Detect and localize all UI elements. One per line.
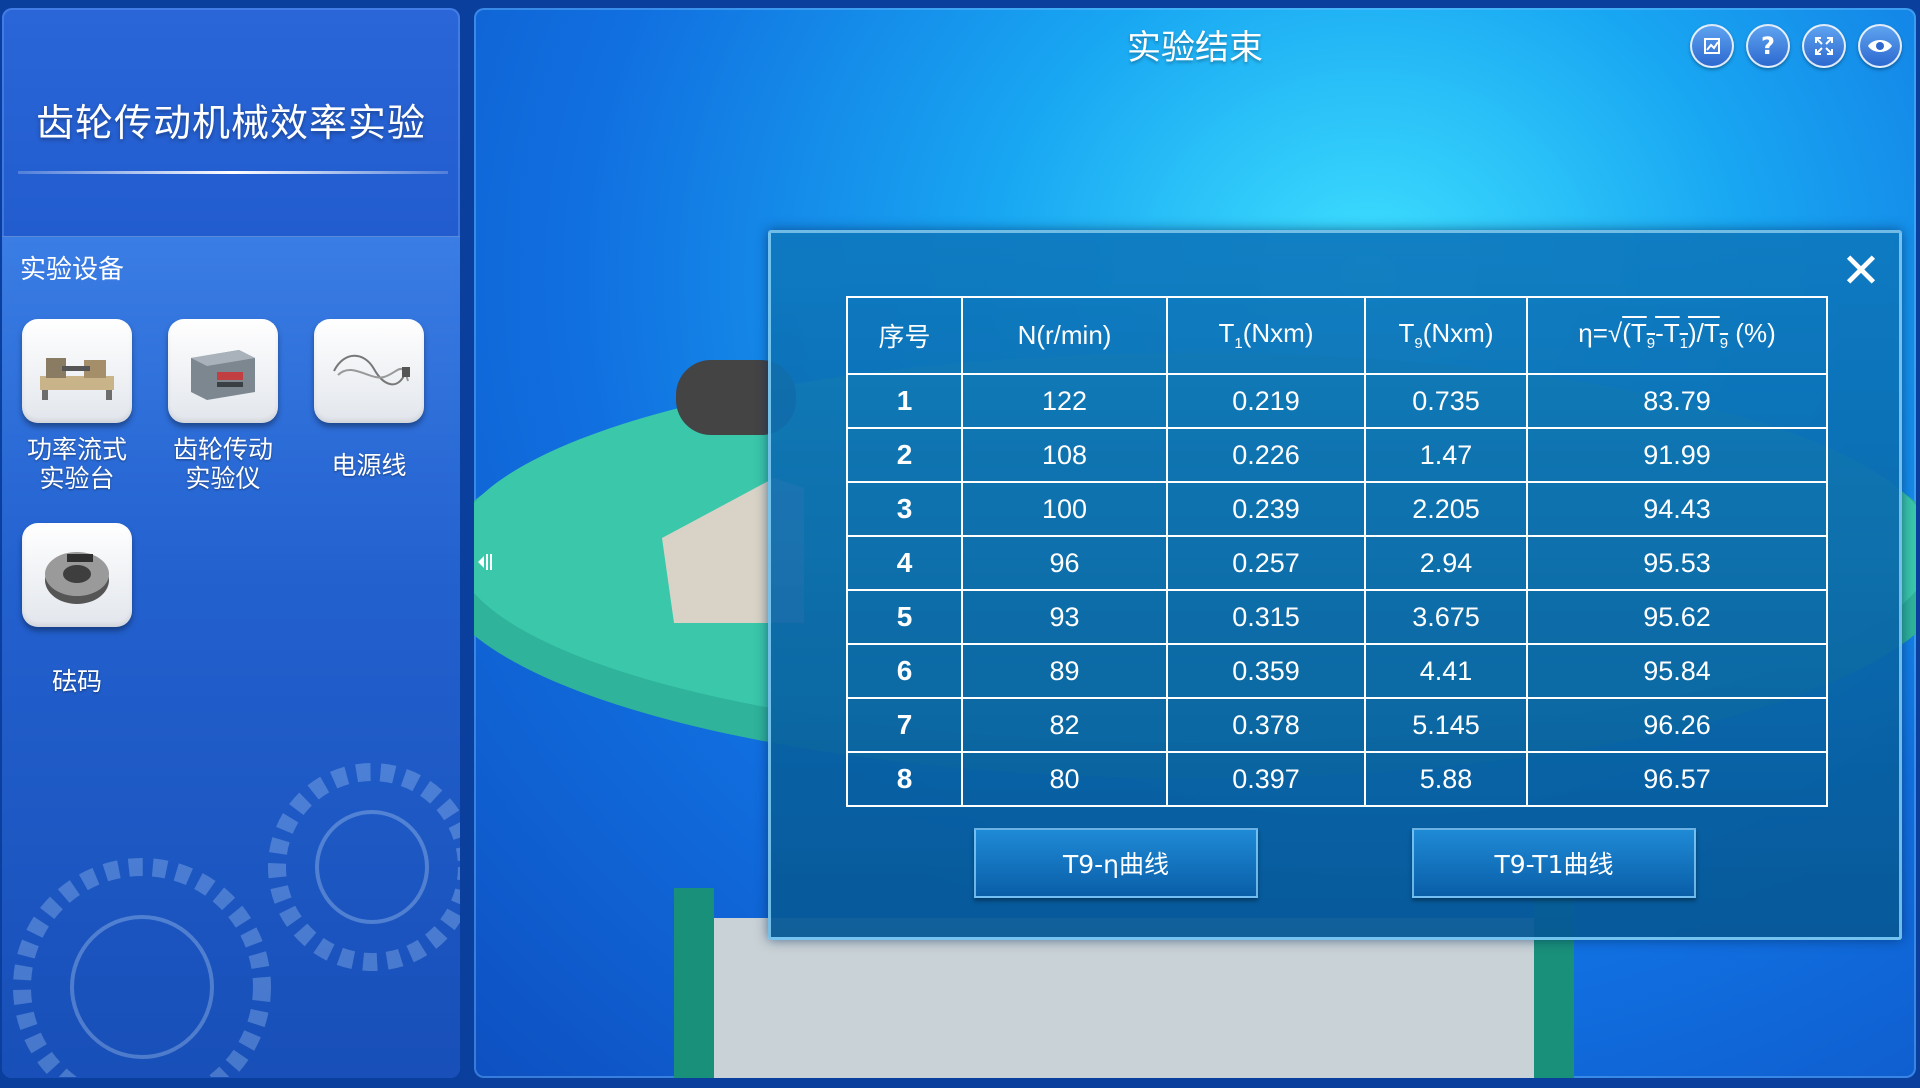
fullscreen-button[interactable] bbox=[1802, 24, 1846, 68]
table-row: 1 122 0.219 0.735 83.79 bbox=[846, 373, 1828, 429]
cell-index: 8 bbox=[846, 751, 963, 807]
gear-instrument-icon bbox=[168, 319, 278, 423]
cell-speed: 100 bbox=[961, 481, 1168, 537]
col-header-efficiency: η=√(T9-T1)/T9 (%) bbox=[1526, 296, 1828, 375]
cell-t9: 1.47 bbox=[1364, 427, 1528, 483]
cell-index: 2 bbox=[846, 427, 963, 483]
table-row: 3 100 0.239 2.205 94.43 bbox=[846, 481, 1828, 537]
cell-t9: 5.145 bbox=[1364, 697, 1528, 753]
cell-efficiency: 95.84 bbox=[1526, 643, 1828, 699]
eye-icon bbox=[1868, 40, 1892, 52]
table-row: 2 108 0.226 1.47 91.99 bbox=[846, 427, 1828, 483]
cell-efficiency: 96.26 bbox=[1526, 697, 1828, 753]
equipment-label: 电源线 bbox=[331, 451, 407, 480]
cell-index: 1 bbox=[846, 373, 963, 429]
view-button[interactable] bbox=[1858, 24, 1902, 68]
cell-speed: 89 bbox=[961, 643, 1168, 699]
table-row: 5 93 0.315 3.675 95.62 bbox=[846, 589, 1828, 645]
results-table: 序号 N(r/min) T1(Nxm) T9(Nxm) η=√(T9-T1)/T… bbox=[846, 296, 1828, 807]
cell-speed: 108 bbox=[961, 427, 1168, 483]
cell-efficiency: 96.57 bbox=[1526, 751, 1828, 807]
cell-t9: 0.735 bbox=[1364, 373, 1528, 429]
cell-speed: 82 bbox=[961, 697, 1168, 753]
col-header-index: 序号 bbox=[846, 296, 963, 375]
equipment-label: 齿轮传动 实验仪 bbox=[172, 435, 273, 493]
title-divider bbox=[18, 171, 448, 174]
cell-t1: 0.359 bbox=[1166, 643, 1366, 699]
cell-index: 4 bbox=[846, 535, 963, 591]
cell-t9: 4.41 bbox=[1364, 643, 1528, 699]
cell-speed: 80 bbox=[961, 751, 1168, 807]
cell-t1: 0.239 bbox=[1166, 481, 1366, 537]
cell-index: 5 bbox=[846, 589, 963, 645]
cell-t9: 3.675 bbox=[1364, 589, 1528, 645]
cell-efficiency: 95.53 bbox=[1526, 535, 1828, 591]
cell-speed: 96 bbox=[961, 535, 1168, 591]
table-row: 8 80 0.397 5.88 96.57 bbox=[846, 751, 1828, 807]
t9-t1-curve-button[interactable]: T9-T1曲线 bbox=[1412, 828, 1696, 898]
cell-t1: 0.378 bbox=[1166, 697, 1366, 753]
equipment-header: 实验设备 bbox=[20, 255, 125, 285]
cell-t1: 0.397 bbox=[1166, 751, 1366, 807]
export-icon bbox=[1704, 38, 1720, 54]
collapse-sidebar-handle[interactable] bbox=[474, 536, 498, 588]
weight-icon bbox=[22, 523, 132, 627]
fullscreen-icon bbox=[1815, 37, 1833, 55]
col-header-speed: N(r/min) bbox=[961, 296, 1168, 375]
left-panel: 齿轮传动机械效率实验 实验设备 功率流式 实验台 齿轮传动 实验仪 电源线 砝码 bbox=[2, 8, 460, 1078]
equipment-section: 实验设备 功率流式 实验台 齿轮传动 实验仪 电源线 砝码 bbox=[2, 236, 460, 1078]
cell-t9: 2.205 bbox=[1364, 481, 1528, 537]
cell-index: 7 bbox=[846, 697, 963, 753]
test-bench-icon bbox=[22, 319, 132, 423]
table-header-row: 序号 N(r/min) T1(Nxm) T9(Nxm) η=√(T9-T1)/T… bbox=[846, 296, 1828, 375]
cell-efficiency: 95.62 bbox=[1526, 589, 1828, 645]
cell-t1: 0.257 bbox=[1166, 535, 1366, 591]
cell-efficiency: 83.79 bbox=[1526, 373, 1828, 429]
equipment-item-power-cord[interactable]: 电源线 bbox=[299, 319, 439, 480]
cell-index: 3 bbox=[846, 481, 963, 537]
equipment-item-weight[interactable]: 砝码 bbox=[7, 523, 147, 696]
power-cord-icon bbox=[314, 319, 424, 423]
equipment-label: 功率流式 实验台 bbox=[26, 435, 127, 493]
result-dialog: ✕ 序号 N(r/min) T1(Nxm) T9(Nxm) η=√(T9-T1)… bbox=[768, 230, 1902, 940]
cell-t1: 0.315 bbox=[1166, 589, 1366, 645]
close-icon: ✕ bbox=[1840, 243, 1882, 299]
cell-efficiency: 94.43 bbox=[1526, 481, 1828, 537]
cell-t1: 0.226 bbox=[1166, 427, 1366, 483]
table-row: 4 96 0.257 2.94 95.53 bbox=[846, 535, 1828, 591]
close-button[interactable]: ✕ bbox=[1833, 243, 1889, 299]
col-header-t9: T9(Nxm) bbox=[1364, 296, 1528, 375]
collapse-arrow-icon bbox=[478, 554, 492, 570]
cell-index: 6 bbox=[846, 643, 963, 699]
equipment-label: 砝码 bbox=[51, 667, 102, 696]
help-icon: ? bbox=[1761, 32, 1775, 60]
equipment-item-test-bench[interactable]: 功率流式 实验台 bbox=[7, 319, 147, 493]
table-row: 7 82 0.378 5.145 96.26 bbox=[846, 697, 1828, 753]
cell-speed: 122 bbox=[961, 373, 1168, 429]
col-header-t1: T1(Nxm) bbox=[1166, 296, 1366, 375]
cell-t9: 2.94 bbox=[1364, 535, 1528, 591]
cell-t1: 0.219 bbox=[1166, 373, 1366, 429]
export-button[interactable] bbox=[1690, 24, 1734, 68]
cell-speed: 93 bbox=[961, 589, 1168, 645]
t9-eta-curve-button[interactable]: T9-η曲线 bbox=[974, 828, 1258, 898]
gear-decoration bbox=[13, 763, 460, 1077]
cell-efficiency: 91.99 bbox=[1526, 427, 1828, 483]
equipment-item-gear-instrument[interactable]: 齿轮传动 实验仪 bbox=[153, 319, 293, 493]
table-row: 6 89 0.359 4.41 95.84 bbox=[846, 643, 1828, 699]
cell-t9: 5.88 bbox=[1364, 751, 1528, 807]
app-title: 齿轮传动机械效率实验 bbox=[35, 101, 426, 145]
help-button[interactable]: ? bbox=[1746, 24, 1790, 68]
